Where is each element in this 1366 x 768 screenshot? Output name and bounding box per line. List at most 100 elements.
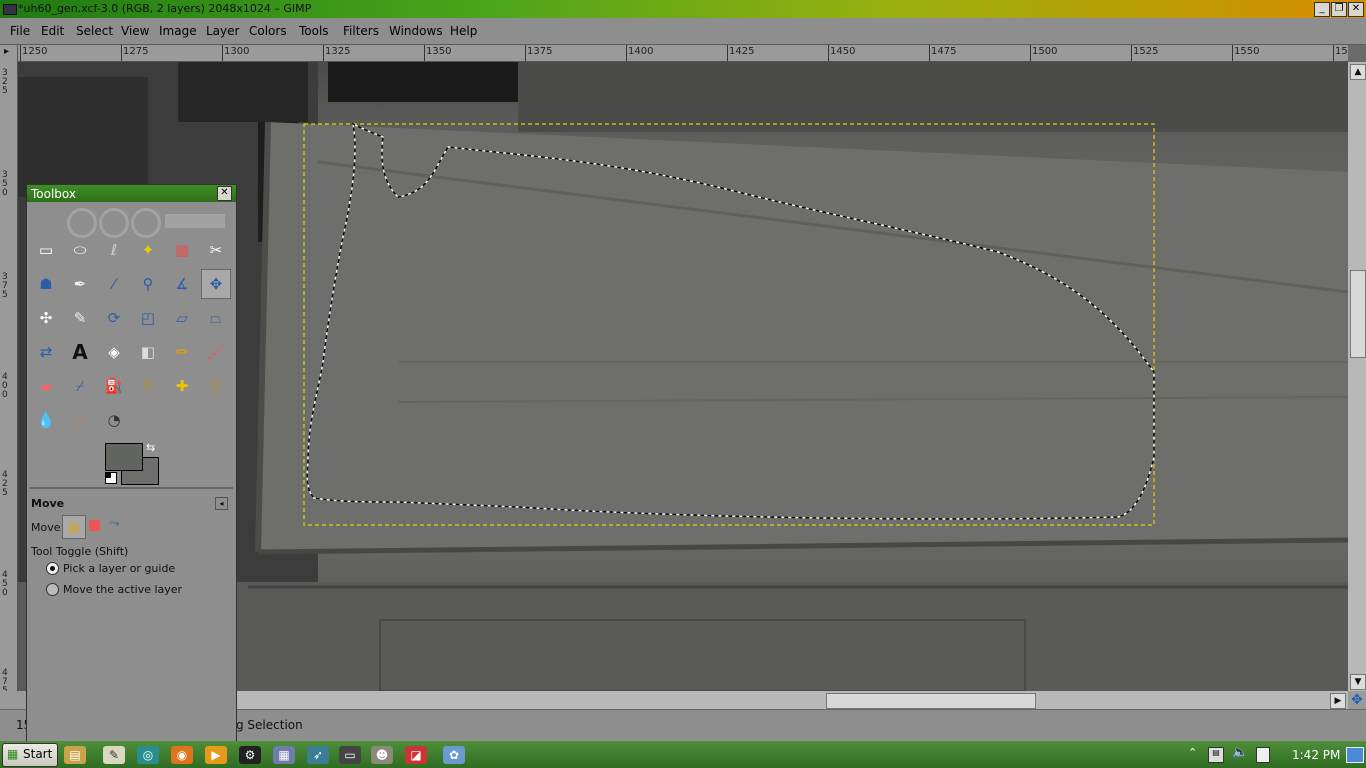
move-layer-mode-icon[interactable]: ▤ bbox=[62, 515, 86, 539]
close-button[interactable]: ✕ bbox=[1348, 2, 1364, 17]
menu-bar: File Edit Select View Image Layer Colors… bbox=[0, 18, 1366, 45]
flip-icon[interactable]: ⇄ bbox=[31, 337, 61, 367]
default-colors-icon[interactable] bbox=[105, 472, 117, 484]
free-select-icon[interactable]: ℓ bbox=[99, 235, 129, 265]
menu-help[interactable]: Help bbox=[450, 24, 477, 38]
blur-icon[interactable]: 💧 bbox=[31, 405, 61, 435]
swap-colors-icon[interactable]: ⇆ bbox=[146, 441, 155, 454]
tray-expand-icon[interactable]: ⌃ bbox=[1188, 746, 1197, 759]
gimp-app-icon bbox=[3, 4, 17, 15]
wilber-drop-area[interactable] bbox=[57, 204, 225, 238]
paint-icon[interactable]: ✿ bbox=[443, 746, 465, 764]
bucket-fill-icon[interactable]: ◈ bbox=[99, 337, 129, 367]
notes-icon[interactable]: ✎ bbox=[103, 746, 125, 764]
heal-icon[interactable]: ✚ bbox=[167, 371, 197, 401]
shear-icon[interactable]: ▱ bbox=[167, 303, 197, 333]
move-active-layer-label[interactable]: Move the active layer bbox=[63, 583, 182, 596]
clipboard-icon[interactable] bbox=[1256, 747, 1270, 763]
menu-windows[interactable]: Windows bbox=[389, 24, 443, 38]
horizontal-ruler[interactable]: 1250 1275 1300 1325 1350 1375 1400 1425 … bbox=[18, 45, 1348, 62]
paintbrush-icon[interactable]: 🖌 bbox=[201, 337, 231, 367]
menu-view[interactable]: View bbox=[121, 24, 149, 38]
maximize-button[interactable]: ❐ bbox=[1331, 2, 1347, 17]
rect-select-icon[interactable]: ▭ bbox=[31, 235, 61, 265]
rotate-icon[interactable]: ⟳ bbox=[99, 303, 129, 333]
scroll-up-icon[interactable]: ▲ bbox=[1350, 64, 1366, 80]
divider bbox=[29, 487, 233, 489]
menu-select[interactable]: Select bbox=[76, 24, 113, 38]
perspective-icon[interactable]: ⏢ bbox=[201, 303, 231, 333]
bird-icon[interactable]: ➶ bbox=[307, 746, 329, 764]
ruler-label: 1425 bbox=[729, 46, 755, 57]
scale-icon[interactable]: ◰ bbox=[133, 303, 163, 333]
ruler-label: 1400 bbox=[628, 46, 654, 57]
move-icon[interactable]: ✥ bbox=[201, 269, 231, 299]
vertical-ruler[interactable]: 325 350 375 400 425 450 475 bbox=[0, 61, 18, 691]
media-player-icon[interactable]: ▶ bbox=[205, 746, 227, 764]
pick-layer-radio[interactable] bbox=[46, 562, 59, 575]
gimp-icon[interactable]: ☻ bbox=[371, 746, 393, 764]
move-selection-mode-icon[interactable] bbox=[89, 520, 100, 531]
perspective-clone-icon[interactable]: ⚲ bbox=[201, 371, 231, 401]
move-active-layer-radio[interactable] bbox=[46, 583, 59, 596]
menu-layer[interactable]: Layer bbox=[206, 24, 239, 38]
tool-options-menu-icon[interactable]: ◂ bbox=[215, 497, 228, 510]
text-icon[interactable]: A bbox=[65, 337, 95, 367]
show-desktop-icon[interactable] bbox=[1346, 747, 1364, 763]
paths-icon[interactable]: ✒ bbox=[65, 269, 95, 299]
ruler-label: 1350 bbox=[426, 46, 452, 57]
start-button[interactable]: ▦ Start bbox=[2, 743, 58, 767]
scissors-select-icon[interactable]: ✂ bbox=[201, 235, 231, 265]
smudge-icon[interactable]: ☝ bbox=[65, 405, 95, 435]
dodge-burn-icon[interactable]: ◔ bbox=[99, 405, 129, 435]
horizontal-scroll-thumb[interactable] bbox=[826, 693, 1036, 709]
color-select-icon[interactable]: ▦ bbox=[167, 235, 197, 265]
vertical-scrollbar[interactable]: ▲ ▼ bbox=[1348, 62, 1366, 691]
align-icon[interactable]: ✣ bbox=[31, 303, 61, 333]
pick-layer-label[interactable]: Pick a layer or guide bbox=[63, 562, 175, 575]
scroll-down-icon[interactable]: ▼ bbox=[1350, 674, 1366, 690]
move-path-mode-icon[interactable]: ⤳ bbox=[109, 516, 119, 531]
blend-icon[interactable]: ◧ bbox=[133, 337, 163, 367]
image-viewer-icon[interactable]: ◪ bbox=[405, 746, 427, 764]
menu-colors[interactable]: Colors bbox=[249, 24, 287, 38]
tray-app-icon[interactable]: ▭ bbox=[339, 746, 361, 764]
network-icon[interactable]: ▤ bbox=[1208, 747, 1224, 763]
measure-icon[interactable]: ∡ bbox=[167, 269, 197, 299]
pencil-icon[interactable]: ✏ bbox=[167, 337, 197, 367]
menu-file[interactable]: File bbox=[10, 24, 30, 38]
ellipse-select-icon[interactable]: ⬭ bbox=[65, 235, 95, 265]
zoom-icon[interactable]: ⚲ bbox=[133, 269, 163, 299]
menu-edit[interactable]: Edit bbox=[41, 24, 64, 38]
steam-icon[interactable]: ⚙ bbox=[239, 746, 261, 764]
horizontal-scrollbar[interactable]: ▶ bbox=[236, 691, 1348, 709]
color-picker-icon[interactable]: ⁄ bbox=[99, 269, 129, 299]
foreground-select-icon[interactable]: ☗ bbox=[31, 269, 61, 299]
ink-icon[interactable]: ⛽ bbox=[99, 371, 129, 401]
ruler-label: 375 bbox=[2, 272, 8, 300]
menu-tools[interactable]: Tools bbox=[299, 24, 329, 38]
airbrush-icon[interactable]: ⌿ bbox=[65, 371, 95, 401]
toolbox-title-bar[interactable]: Toolbox ✕ bbox=[27, 185, 236, 202]
clone-icon[interactable]: ⚱ bbox=[133, 371, 163, 401]
calendar-icon[interactable]: ▦ bbox=[273, 746, 295, 764]
crop-icon[interactable]: ✎ bbox=[65, 303, 95, 333]
fuzzy-select-icon[interactable]: ✦ bbox=[133, 235, 163, 265]
minimize-button[interactable]: _ bbox=[1314, 2, 1330, 17]
file-manager-icon[interactable]: ▤ bbox=[64, 746, 86, 764]
menu-image[interactable]: Image bbox=[159, 24, 197, 38]
navigate-icon[interactable]: ✥ bbox=[1348, 691, 1366, 709]
vertical-scroll-thumb[interactable] bbox=[1350, 270, 1366, 358]
browser-icon[interactable]: ◎ bbox=[137, 746, 159, 764]
scroll-right-icon[interactable]: ▶ bbox=[1330, 693, 1346, 709]
firefox-icon[interactable]: ◉ bbox=[171, 746, 193, 764]
toolbox-close-button[interactable]: ✕ bbox=[217, 186, 232, 201]
clock[interactable]: 1:42 PM bbox=[1292, 748, 1340, 762]
eraser-icon[interactable]: ▰ bbox=[31, 371, 61, 401]
ruler-corner-button[interactable]: ▸ bbox=[0, 45, 18, 62]
foreground-color-swatch[interactable] bbox=[105, 443, 143, 471]
ruler-label: 1275 bbox=[123, 46, 149, 57]
menu-filters[interactable]: Filters bbox=[343, 24, 379, 38]
volume-icon[interactable]: 🔈 bbox=[1232, 745, 1248, 760]
window-title-bar[interactable]: *uh60_gen.xcf-3.0 (RGB, 2 layers) 2048x1… bbox=[0, 0, 1366, 18]
